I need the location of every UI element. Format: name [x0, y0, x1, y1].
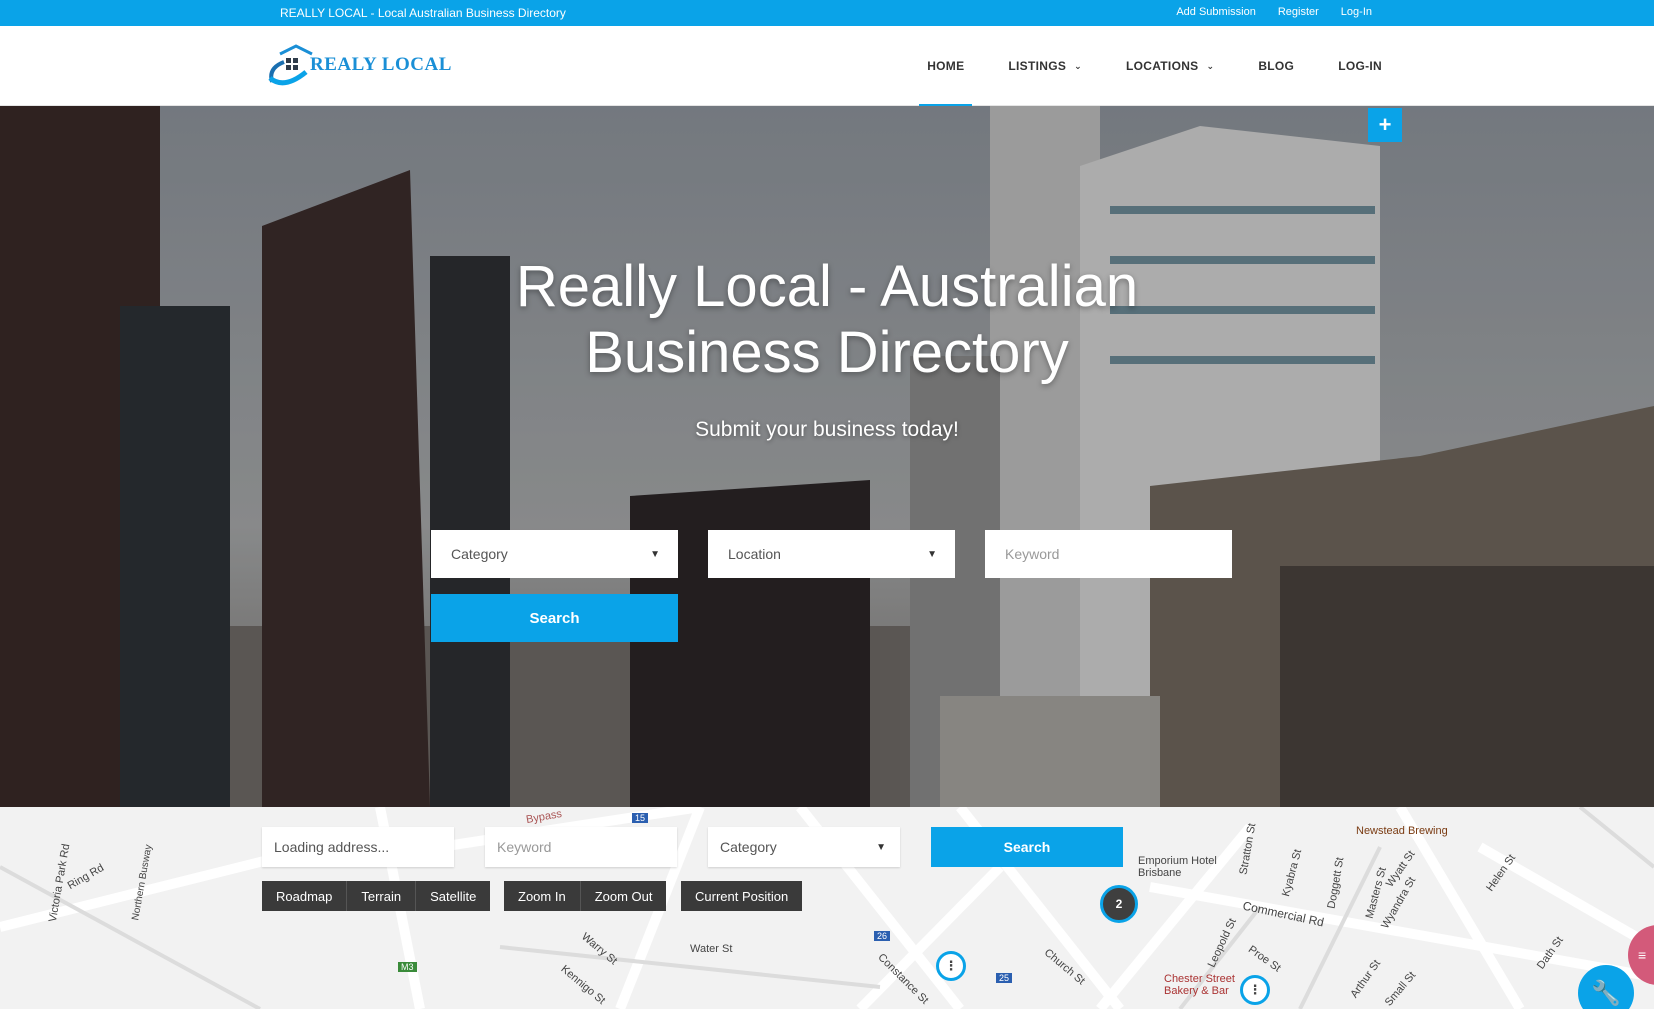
hero-section: + Really Local - Australian Business Dir…	[0, 106, 1654, 807]
category-select-label: Category	[451, 546, 508, 562]
map-category-select[interactable]: Category ▼	[708, 827, 900, 867]
add-listing-button[interactable]: +	[1368, 108, 1402, 142]
map-section[interactable]: Newstead Brewing Emporium Hotel Brisbane…	[0, 807, 1654, 1009]
nav-login-label: LOG-IN	[1338, 59, 1382, 73]
map-route-25: 25	[996, 973, 1013, 983]
map-label-newstead: Newstead Brewing	[1356, 825, 1448, 837]
main-nav: HOME LISTINGS ⌄ LOCATIONS ⌄ BLOG LOG-IN	[905, 26, 1404, 107]
chevron-down-icon: ⌄	[1074, 60, 1082, 71]
nav-locations[interactable]: LOCATIONS ⌄	[1104, 26, 1236, 106]
register-link[interactable]: Register	[1278, 6, 1319, 18]
zoom-out-button[interactable]: Zoom Out	[580, 881, 667, 911]
logo-text: REALY LOCAL	[310, 54, 452, 75]
map-type-controls: Roadmap Terrain Satellite	[262, 881, 491, 911]
nav-blog-label: BLOG	[1258, 59, 1295, 73]
main-header: REALY LOCAL HOME LISTINGS ⌄ LOCATIONS ⌄ BL…	[0, 26, 1654, 107]
nav-login[interactable]: LOG-IN	[1316, 26, 1404, 106]
hero-title-line1: Really Local - Australian	[515, 254, 1139, 319]
current-position-button[interactable]: Current Position	[681, 881, 803, 911]
zoom-in-button[interactable]: Zoom In	[504, 881, 581, 911]
hero-title: Really Local - Australian Business Direc…	[0, 254, 1654, 386]
map-route-m3: M3	[398, 962, 417, 972]
top-bar: REALLY LOCAL - Local Australian Business…	[0, 0, 1654, 26]
map-label-chester: Chester Street Bakery & Bar	[1164, 973, 1235, 997]
chevron-down-icon: ⌄	[1206, 60, 1215, 71]
location-select-label: Location	[728, 546, 781, 562]
roadmap-button[interactable]: Roadmap	[262, 881, 348, 911]
category-select[interactable]: Category ▼	[431, 530, 678, 578]
map-label-water: Water St	[690, 943, 733, 955]
map-pin-icon[interactable]: ⋮	[1240, 975, 1270, 1005]
map-category-label: Category	[720, 839, 777, 855]
map-search-button[interactable]: Search	[931, 827, 1123, 867]
keyword-input[interactable]: Keyword	[985, 530, 1232, 578]
map-keyword-input[interactable]: Keyword	[485, 827, 677, 867]
map-cluster-marker[interactable]: 2	[1100, 885, 1138, 923]
login-link[interactable]: Log-In	[1341, 6, 1372, 18]
site-logo[interactable]: REALY LOCAL	[266, 42, 452, 88]
house-logo-icon	[266, 42, 316, 88]
nav-locations-label: LOCATIONS	[1126, 59, 1199, 73]
nav-listings-label: LISTINGS	[1008, 59, 1067, 73]
terrain-button[interactable]: Terrain	[347, 881, 417, 911]
nav-blog[interactable]: BLOG	[1236, 26, 1316, 106]
address-input[interactable]: Loading address...	[262, 827, 454, 867]
top-links: Add Submission Register Log-In	[1176, 6, 1372, 18]
nav-home[interactable]: HOME	[905, 26, 986, 107]
nav-listings[interactable]: LISTINGS ⌄	[986, 26, 1104, 106]
nav-home-label: HOME	[927, 59, 965, 73]
map-position-controls: Current Position	[681, 881, 803, 911]
chevron-down-icon: ▼	[650, 548, 660, 560]
satellite-button[interactable]: Satellite	[416, 881, 491, 911]
map-pin-icon[interactable]: ⋮	[936, 951, 966, 981]
site-tagline: REALLY LOCAL - Local Australian Business…	[280, 6, 566, 20]
city-skyline-background	[0, 106, 1654, 807]
chevron-down-icon: ▼	[876, 841, 886, 853]
map-zoom-controls: Zoom In Zoom Out	[504, 881, 667, 911]
hero-title-line2: Business Directory	[585, 320, 1069, 385]
map-label-emporium: Emporium Hotel Brisbane	[1138, 855, 1217, 879]
add-submission-link[interactable]: Add Submission	[1176, 6, 1256, 18]
search-button[interactable]: Search	[431, 594, 678, 642]
location-select[interactable]: Location ▼	[708, 530, 955, 578]
map-route-26: 26	[874, 931, 891, 941]
hero-subtitle: Submit your business today!	[695, 418, 959, 441]
map-route-15: 15	[632, 813, 649, 823]
chevron-down-icon: ▼	[927, 548, 937, 560]
